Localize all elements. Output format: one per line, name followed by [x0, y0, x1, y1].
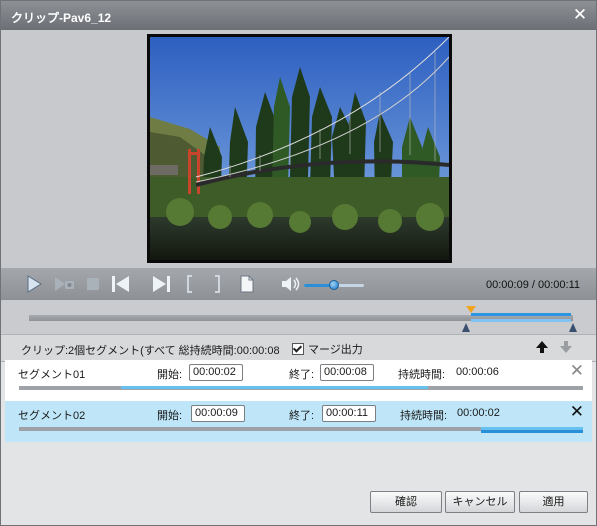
snapshot-icon[interactable] [54, 275, 76, 293]
cancel-button[interactable]: キャンセル [445, 491, 515, 513]
duration-label: 持続時間: [400, 410, 448, 422]
segment-range-fill-lower [481, 430, 583, 433]
duration-label: 持続時間: [398, 369, 446, 381]
confirm-button[interactable]: 確認 [370, 491, 442, 513]
segment-range-bar [19, 427, 583, 433]
move-up-icon[interactable] [535, 340, 549, 357]
segment-list: セグメント01 開始: 00:00:02 終了: 00:00:08 持続時間: … [5, 360, 592, 442]
end-time-input[interactable]: 00:00:11 [322, 405, 376, 422]
start-time-input[interactable]: 00:00:02 [189, 364, 243, 381]
clip-summary: クリップ:2個セグメント(すべて 総持続時間:00:00:08 [21, 345, 280, 357]
segment-name: セグメント01 [18, 369, 86, 381]
window-title: クリップ-Pav6_12 [11, 11, 112, 25]
end-label: 終了: [289, 410, 315, 422]
volume-icon[interactable] [280, 275, 302, 293]
video-frame-image [150, 37, 449, 260]
dialog-footer: 確認 キャンセル 適用 [1, 442, 596, 525]
delete-segment-icon[interactable]: ✕ [570, 402, 584, 422]
end-time-input[interactable]: 00:00:08 [320, 364, 374, 381]
delete-segment-icon[interactable]: ✕ [570, 361, 584, 381]
checkbox-icon[interactable] [292, 343, 304, 355]
close-icon[interactable]: ✕ [570, 5, 590, 25]
selection-end-handle[interactable] [569, 323, 577, 332]
segment-row[interactable]: セグメント01 開始: 00:00:02 終了: 00:00:08 持続時間: … [5, 360, 592, 401]
selection-start-handle[interactable] [462, 323, 470, 332]
segment-row[interactable]: セグメント02 開始: 00:00:09 終了: 00:00:11 持続時間: … [5, 401, 592, 442]
merge-output-label: マージ出力 [308, 344, 363, 356]
start-time-input[interactable]: 00:00:09 [191, 405, 245, 422]
move-down-icon[interactable] [559, 340, 573, 357]
clip-dialog: クリップ-Pav6_12 ✕ 00:00:09 / 00:00:11 クリップ:… [0, 0, 597, 526]
start-label: 開始: [157, 369, 183, 381]
start-label: 開始: [157, 410, 183, 422]
volume-slider-handle[interactable] [329, 280, 339, 290]
timeline-selection-lower [471, 319, 571, 322]
apply-button[interactable]: 適用 [519, 491, 588, 513]
playhead-marker[interactable] [466, 306, 476, 313]
end-label: 終了: [289, 369, 315, 381]
timecode-display: 00:00:09 / 00:00:11 [486, 279, 580, 291]
clip-info-bar: クリップ:2個セグメント(すべて 総持続時間:00:00:08 マージ出力 [1, 334, 596, 362]
file-icon[interactable] [239, 275, 255, 293]
duration-value: 00:00:06 [456, 366, 499, 378]
player-controls: 00:00:09 / 00:00:11 [1, 268, 596, 300]
merge-output-checkbox[interactable]: マージ出力 [292, 341, 363, 357]
timeline-selection [471, 313, 571, 316]
mark-in-icon[interactable] [186, 275, 194, 293]
preview-area [1, 30, 596, 268]
segment-range-bar [19, 386, 583, 390]
segment-range-fill [121, 386, 428, 389]
mark-out-icon[interactable] [213, 275, 221, 293]
timeline[interactable] [1, 300, 596, 334]
video-preview [147, 34, 452, 263]
title-bar: クリップ-Pav6_12 ✕ [1, 1, 596, 30]
stop-icon[interactable] [86, 275, 100, 293]
previous-icon[interactable] [111, 275, 131, 293]
duration-value: 00:00:02 [457, 407, 500, 419]
segment-name: セグメント02 [18, 410, 86, 422]
next-icon[interactable] [151, 275, 171, 293]
play-icon[interactable] [25, 275, 43, 293]
